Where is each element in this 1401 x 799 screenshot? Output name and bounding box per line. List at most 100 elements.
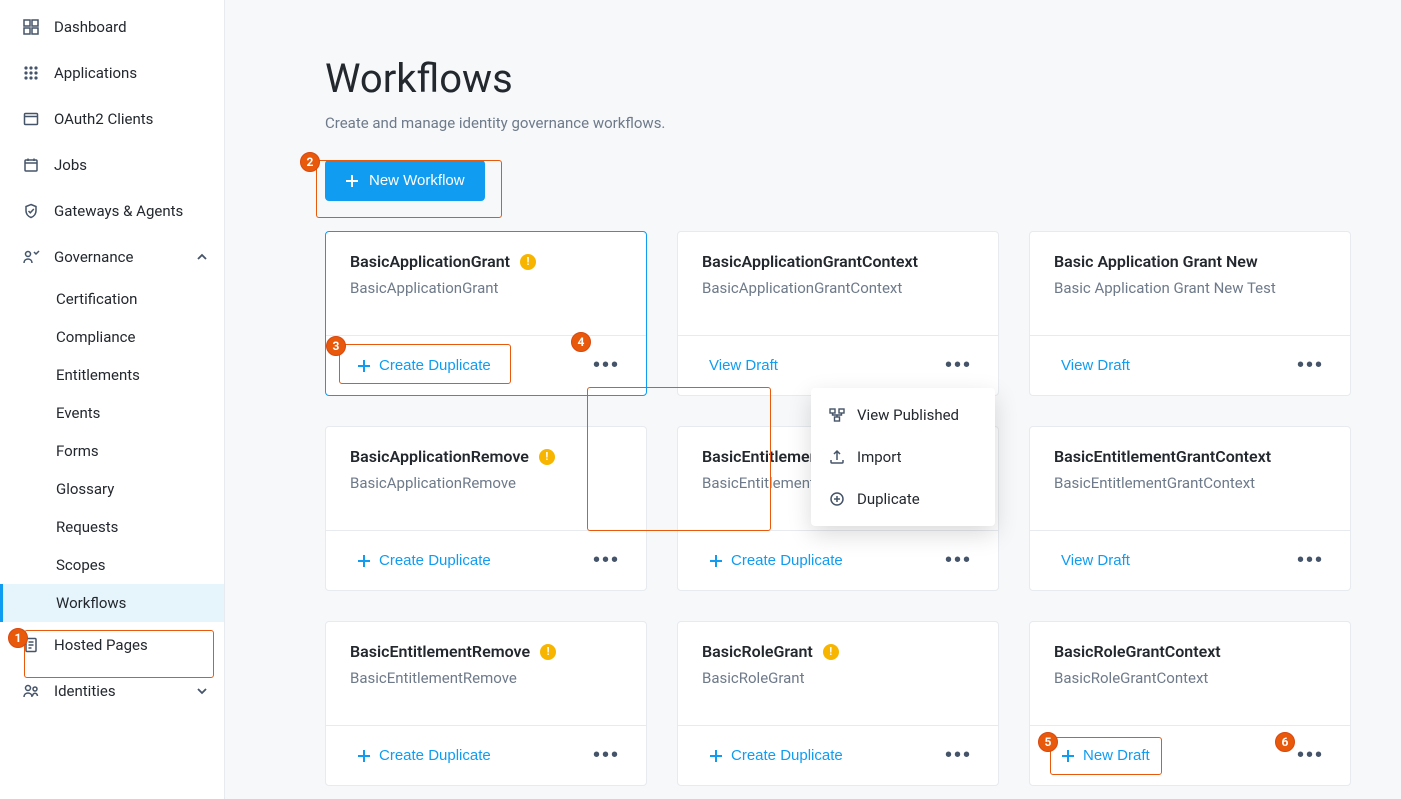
new-workflow-button[interactable]: New Workflow — [325, 160, 485, 201]
workflow-card[interactable]: BasicEntitlementRemove!BasicEntitlementR… — [325, 621, 647, 786]
chevron-up-icon — [196, 251, 208, 263]
workflow-card-subtitle: BasicEntitlementRemove — [350, 669, 622, 687]
menu-view-published[interactable]: View Published — [811, 394, 995, 436]
sidebar-item-forms[interactable]: Forms — [0, 432, 224, 470]
sidebar-item-dashboard[interactable]: Dashboard — [0, 4, 224, 50]
workflow-card-subtitle: BasicRoleGrant — [702, 669, 974, 687]
annotation-marker-4: 4 — [571, 332, 591, 352]
sidebar-item-label: Hosted Pages — [54, 636, 148, 654]
sidebar-item-jobs[interactable]: Jobs — [0, 142, 224, 188]
workflow-card[interactable]: BasicApplicationRemove!BasicApplicationR… — [325, 426, 647, 591]
workflow-card-title: BasicRoleGrantContext — [1054, 642, 1326, 661]
create-duplicate-button[interactable]: Create Duplicate — [698, 740, 854, 771]
workflow-card-title: BasicRoleGrant! — [702, 642, 974, 661]
annotation-marker-1: 1 — [8, 628, 28, 648]
sidebar-item-hosted-pages[interactable]: Hosted Pages — [0, 622, 224, 668]
annotation-marker-6: 6 — [1275, 732, 1295, 752]
view-draft-button[interactable]: View Draft — [698, 350, 789, 381]
card-more-button[interactable]: ••• — [1291, 740, 1330, 771]
card-more-button[interactable]: ••• — [939, 350, 978, 381]
duplicate-icon — [829, 491, 845, 507]
sidebar-item-compliance[interactable]: Compliance — [0, 318, 224, 356]
governance-icon — [22, 248, 40, 266]
workflow-card[interactable]: BasicEntitlementGrantContext BasicEntitle… — [1029, 426, 1351, 591]
identities-icon — [22, 682, 40, 700]
page-subtitle: Create and manage identity governance wo… — [325, 114, 1401, 132]
card-more-button[interactable]: ••• — [587, 545, 626, 576]
create-duplicate-button[interactable]: Create Duplicate — [346, 740, 502, 771]
workflow-card-title: BasicEntitlementGrantContext — [1054, 447, 1326, 466]
sidebar-item-scopes[interactable]: Scopes — [0, 546, 224, 584]
dashboard-icon — [22, 18, 40, 36]
sidebar-item-label: Jobs — [54, 156, 87, 174]
warning-badge-icon: ! — [520, 254, 536, 270]
workflow-card-subtitle: Basic Application Grant New Test — [1054, 279, 1326, 297]
card-more-button[interactable]: ••• — [587, 740, 626, 771]
plus-icon — [1061, 749, 1075, 763]
card-context-menu: View Published Import Duplicate — [811, 388, 995, 526]
sidebar-item-label: OAuth2 Clients — [54, 110, 153, 128]
warning-badge-icon: ! — [539, 449, 555, 465]
sidebar-item-label: Identities — [54, 682, 116, 700]
workflow-card[interactable]: BasicRoleGrant! BasicRoleGrant Create Dupl… — [677, 621, 999, 786]
main-content: Workflows Create and manage identity gov… — [225, 0, 1401, 799]
window-icon — [22, 110, 40, 128]
workflow-card-subtitle: BasicEntitlementGrantContext — [1054, 474, 1326, 492]
workflow-card[interactable]: BasicApplicationGrant!BasicApplicationGr… — [325, 231, 647, 396]
sidebar-item-oauth2[interactable]: OAuth2 Clients — [0, 96, 224, 142]
workflow-card[interactable]: Basic Application Grant New Basic Applica… — [1029, 231, 1351, 396]
menu-duplicate[interactable]: Duplicate — [811, 478, 995, 520]
upload-icon — [829, 449, 845, 465]
sidebar-item-workflows[interactable]: Workflows — [0, 584, 224, 622]
plus-icon — [357, 359, 371, 373]
create-duplicate-button[interactable]: Create Duplicate — [346, 350, 502, 381]
sidebar-item-requests[interactable]: Requests — [0, 508, 224, 546]
sidebar-item-entitlements[interactable]: Entitlements — [0, 356, 224, 394]
shield-icon — [22, 202, 40, 220]
workflow-card-title: BasicApplicationRemove! — [350, 447, 622, 466]
plus-icon — [345, 174, 359, 188]
card-more-button[interactable]: ••• — [939, 740, 978, 771]
sidebar-item-events[interactable]: Events — [0, 394, 224, 432]
chevron-down-icon — [196, 685, 208, 697]
apps-icon — [22, 64, 40, 82]
sidebar-item-certification[interactable]: Certification — [0, 280, 224, 318]
create-duplicate-button[interactable]: Create Duplicate — [698, 545, 854, 576]
card-more-button[interactable]: ••• — [939, 545, 978, 576]
card-more-button[interactable]: ••• — [1291, 545, 1330, 576]
annotation-marker-3: 3 — [326, 336, 346, 356]
workflow-card-title: BasicEntitlementRemove! — [350, 642, 622, 661]
card-more-button[interactable]: ••• — [587, 350, 626, 381]
annotation-marker-2: 2 — [300, 152, 320, 172]
warning-badge-icon: ! — [823, 644, 839, 660]
view-draft-button[interactable]: View Draft — [1050, 545, 1141, 576]
warning-badge-icon: ! — [540, 644, 556, 660]
sidebar-item-governance[interactable]: Governance — [0, 234, 224, 280]
workflow-card-subtitle: BasicApplicationGrantContext — [702, 279, 974, 297]
new-draft-button[interactable]: New Draft — [1050, 740, 1161, 771]
sidebar-item-gateways[interactable]: Gateways & Agents — [0, 188, 224, 234]
workflow-card-title: Basic Application Grant New — [1054, 252, 1326, 271]
sidebar: Dashboard Applications OAuth2 Clients Jo… — [0, 0, 225, 799]
plus-icon — [357, 749, 371, 763]
sidebar-item-label: Dashboard — [54, 18, 127, 36]
workflow-card-subtitle: BasicApplicationGrant — [350, 279, 622, 297]
workflow-card-title: BasicApplicationGrant! — [350, 252, 622, 271]
card-more-button[interactable]: ••• — [1291, 350, 1330, 381]
create-duplicate-button[interactable]: Create Duplicate — [346, 545, 502, 576]
plus-icon — [709, 554, 723, 568]
sidebar-item-label: Governance — [54, 248, 133, 266]
flow-icon — [829, 407, 845, 423]
menu-import[interactable]: Import — [811, 436, 995, 478]
sidebar-item-label: Applications — [54, 64, 137, 82]
workflow-card-subtitle: BasicApplicationRemove — [350, 474, 622, 492]
sidebar-item-applications[interactable]: Applications — [0, 50, 224, 96]
calendar-icon — [22, 156, 40, 174]
workflow-card[interactable]: BasicRoleGrantContextBasicRoleGrantConte… — [1029, 621, 1351, 786]
sidebar-item-glossary[interactable]: Glossary — [0, 470, 224, 508]
sidebar-item-identities[interactable]: Identities — [0, 668, 224, 714]
page-title: Workflows — [325, 55, 1401, 102]
view-draft-button[interactable]: View Draft — [1050, 350, 1141, 381]
plus-icon — [709, 749, 723, 763]
workflow-card[interactable]: BasicApplicationGrantContextBasicApplica… — [677, 231, 999, 396]
